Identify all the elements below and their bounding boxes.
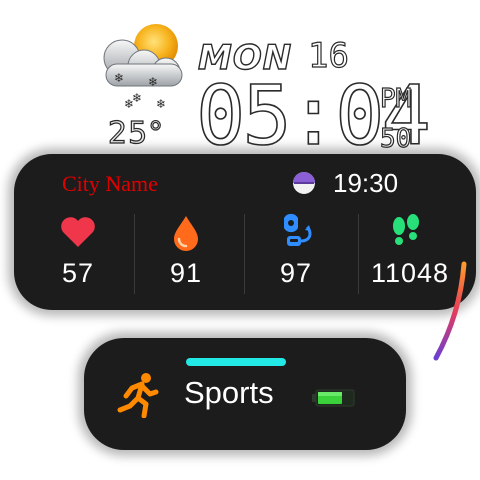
- sunset-time: 19:30: [333, 168, 399, 198]
- stat-divider: [244, 214, 245, 294]
- battery-icon: [312, 389, 355, 407]
- svg-text:❄: ❄: [124, 97, 134, 111]
- heart-icon[interactable]: [58, 212, 98, 252]
- footsteps-icon[interactable]: [386, 212, 426, 252]
- svg-text:❄: ❄: [156, 97, 166, 111]
- clock-seconds: 50: [379, 124, 412, 154]
- runner-icon: [117, 373, 159, 418]
- city-name[interactable]: City Name: [62, 171, 158, 197]
- humidity-value: 91: [169, 258, 203, 288]
- am-pm-indicator: PM: [379, 84, 412, 114]
- snowy-cloud-sun-icon: ❄ ❄ ❄ ❄ ❄: [103, 24, 183, 111]
- sports-label[interactable]: Sports: [184, 375, 274, 411]
- stat-divider: [134, 214, 135, 294]
- heart-rate-value: 57: [61, 258, 95, 288]
- sports-accent-bar: [186, 358, 286, 366]
- stat-divider: [358, 214, 359, 294]
- blood-oxygen-value: 97: [279, 258, 313, 288]
- oximeter-icon[interactable]: [276, 212, 316, 252]
- svg-text:❄: ❄: [114, 71, 124, 85]
- svg-text:❄: ❄: [148, 75, 158, 89]
- moon-icon: [293, 172, 315, 194]
- progress-arc: [433, 261, 467, 361]
- temperature-label: 25°: [107, 115, 165, 151]
- drop-icon[interactable]: [166, 212, 206, 252]
